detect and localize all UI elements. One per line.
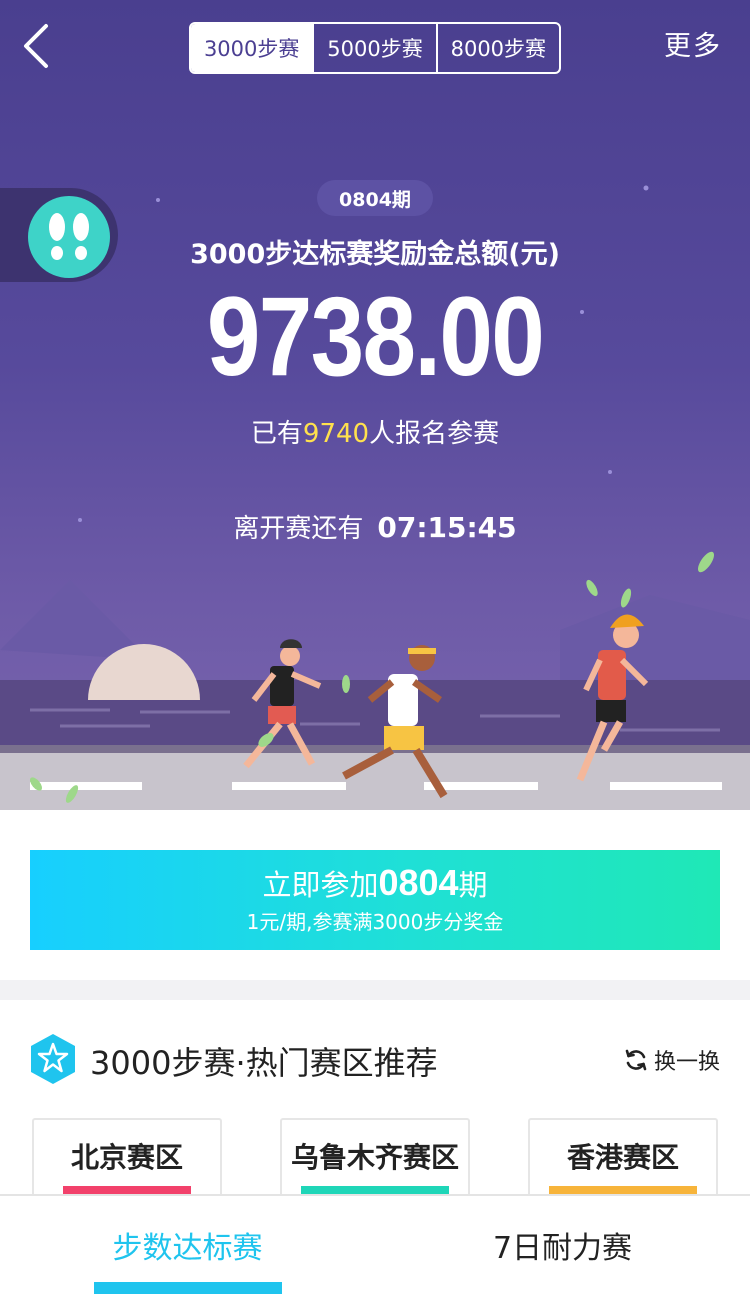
tab-5000[interactable]: 5000步赛 [312, 24, 435, 72]
star-hexagon-icon [31, 1034, 75, 1084]
road-edge [0, 745, 750, 753]
more-button[interactable]: 更多 [664, 24, 722, 63]
prize-pool-title: 3000步达标赛奖励金总额(元) [190, 239, 560, 270]
join-period-number: 0804 [378, 862, 459, 903]
tab-step-goal-race[interactable]: 步数达标赛 [0, 1196, 375, 1294]
back-chevron-icon [24, 24, 48, 68]
join-section: 立即参加0804期 1元/期,参赛满3000步分奖金 [0, 810, 750, 980]
tab-8000[interactable]: 8000步赛 [435, 24, 559, 72]
bottom-tab-bar: 步数达标赛 7日耐力赛 [0, 1194, 750, 1294]
hot-zones-title: 3000步赛·热门赛区推荐 [90, 1044, 438, 1082]
join-label: 立即参加0804期 [30, 862, 720, 904]
entrants-prefix: 已有 [250, 419, 303, 449]
refresh-button[interactable]: 换一换 [624, 1044, 720, 1076]
tab-3000[interactable]: 3000步赛 [191, 24, 313, 72]
step-goal-switch: 3000步赛 5000步赛 8000步赛 [189, 22, 561, 74]
hero-banner: 3000步赛 5000步赛 8000步赛 更多 0804期 3000步达标赛奖励… [0, 0, 750, 810]
prize-pool-amount: 9738.00 [206, 274, 545, 399]
refresh-icon [625, 1049, 647, 1071]
join-now-button[interactable]: 立即参加0804期 1元/期,参赛满3000步分奖金 [30, 850, 720, 950]
refresh-label: 换一换 [653, 1050, 720, 1075]
join-prefix: 立即参加 [262, 868, 379, 902]
entrants-line: 已有9740人报名参赛 [0, 413, 750, 450]
join-suffix: 期 [458, 868, 488, 902]
running-scene-illustration [0, 551, 750, 810]
entrants-count: 9740 [302, 419, 370, 449]
active-tab-indicator [94, 1282, 282, 1294]
back-button[interactable] [10, 18, 60, 74]
period-pill: 0804期 [317, 180, 433, 216]
tab-7day-endurance-race[interactable]: 7日耐力赛 [375, 1196, 750, 1294]
zone-name: 北京赛区 [70, 1141, 183, 1174]
hot-zones-section: 3000步赛·热门赛区推荐 换一换 北京赛区 乌鲁木齐赛区 香港赛区 [0, 1000, 750, 1208]
mountain [560, 595, 750, 690]
zone-name: 乌鲁木齐赛区 [290, 1141, 459, 1174]
entrants-suffix: 人报名参赛 [369, 419, 500, 449]
zone-name: 香港赛区 [566, 1141, 679, 1174]
join-subtitle: 1元/期,参赛满3000步分奖金 [246, 910, 504, 934]
